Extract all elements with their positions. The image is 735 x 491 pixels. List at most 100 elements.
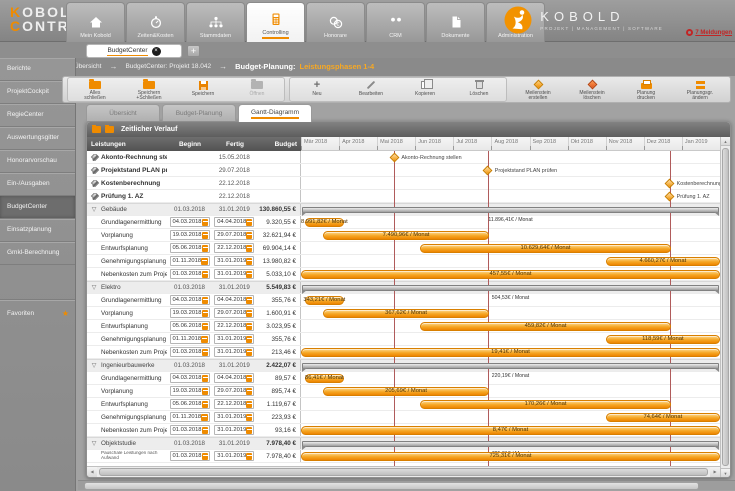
gantt-milestone-icon[interactable] [665, 191, 675, 201]
calendar-icon[interactable] [202, 271, 208, 278]
calendar-icon[interactable] [201, 414, 207, 421]
fertig-date-input[interactable]: 29.07.2018 [214, 386, 254, 396]
table-row[interactable]: Vorplanung19.03.201829.07.2018895,74 €20… [87, 385, 720, 398]
folder-icon[interactable] [92, 126, 101, 133]
calendar-icon[interactable] [246, 297, 252, 304]
table-row[interactable]: Grundlagenermittlung04.03.201804.04.2018… [87, 216, 720, 229]
fertig-date-input[interactable]: 31.01.2019 [214, 269, 254, 279]
gantt-milestone-icon[interactable] [389, 152, 399, 162]
nav-honorare[interactable]: €Honorare [306, 2, 365, 42]
close-tab-icon[interactable]: × [152, 47, 161, 56]
calendar-icon[interactable] [246, 323, 252, 330]
beginn-date-input[interactable]: 01.03.2018 [170, 451, 210, 461]
tab-budget-planung[interactable]: Budget-Planung [162, 104, 236, 121]
table-row[interactable]: Grundlagenermittlung04.03.201804.04.2018… [87, 294, 720, 307]
fertig-date-input[interactable]: 22.12.2018 [214, 321, 254, 331]
fertig-date-input[interactable]: 31.01.2019 [214, 256, 254, 266]
calendar-icon[interactable] [202, 349, 208, 356]
calendar-icon[interactable] [201, 258, 207, 265]
fertig-date-input[interactable]: 29.07.2018 [214, 308, 254, 318]
calendar-icon[interactable] [202, 219, 208, 226]
gantt-summary-bar[interactable]: 504,53€ / Monat [302, 285, 719, 291]
sidebar-item-einsatzplanung[interactable]: Einsatzplanung [0, 219, 75, 242]
calendar-icon[interactable] [246, 414, 252, 421]
alles-schließen-button[interactable]: Alles schließen [68, 78, 122, 102]
gantt-task-bar[interactable]: 8.991,82€ / Monat [305, 218, 344, 227]
table-row[interactable]: Entwurfsplanung05.06.201822.12.20183.023… [87, 320, 720, 333]
planung-drucken-button[interactable]: Planung drucken [619, 78, 673, 102]
fertig-date-input[interactable]: 04.04.2018 [214, 217, 254, 227]
gantt-task-bar[interactable]: 74,64€ / Monat [606, 413, 720, 422]
calendar-icon[interactable] [202, 232, 208, 239]
window-scroll-thumb[interactable] [84, 482, 699, 490]
calendar-icon[interactable] [246, 245, 252, 252]
calendar-icon[interactable] [202, 245, 208, 252]
neu-button[interactable]: +Neu [290, 78, 344, 102]
table-row[interactable]: Nebenkosten zum Projekt01.03.201831.01.2… [87, 268, 720, 281]
beginn-date-input[interactable]: 05.06.2018 [170, 321, 210, 331]
calendar-icon[interactable] [202, 375, 208, 382]
table-row[interactable]: Genehmigungsplanung01.11.201831.01.20192… [87, 411, 720, 424]
fertig-date-input[interactable]: 31.01.2019 [214, 425, 254, 435]
beginn-date-input[interactable]: 01.11.2018 [170, 334, 210, 344]
nav-crm[interactable]: CRM [366, 2, 425, 42]
beginn-date-input[interactable]: 01.03.2018 [170, 425, 210, 435]
beginn-date-input[interactable]: 05.06.2018 [170, 399, 210, 409]
sidebar-item-budgetcenter[interactable]: BudgetCenter [0, 196, 75, 219]
vertical-scroll-thumb[interactable] [722, 148, 729, 466]
table-row[interactable]: ▽Gebäude01.03.201831.01.2019130.860,55 €… [87, 203, 720, 216]
sidebar-item-regiecenter[interactable]: RegieCenter [0, 104, 75, 127]
meilenstein-erstellen-button[interactable]: Meilenstein erstellen [511, 78, 565, 102]
sidebar-item-ein-ausgaben[interactable]: Ein-/Ausgaben [0, 173, 75, 196]
table-row[interactable]: ▽Elektro01.03.201831.01.20195.549,83 €50… [87, 281, 720, 294]
table-row[interactable]: Vorplanung19.03.201829.07.20181.600,91 €… [87, 307, 720, 320]
table-row[interactable]: Nebenkosten zum Projekt01.03.201831.01.2… [87, 424, 720, 437]
calendar-icon[interactable] [202, 427, 208, 434]
gantt-task-bar[interactable]: 343,21€ / Monat [305, 296, 344, 305]
gantt-task-bar[interactable]: 118,59€ / Monat [606, 335, 720, 344]
planungsgr-ändern-button[interactable]: Planungsgr. ändern [673, 78, 727, 102]
scroll-up-icon[interactable]: ▲ [721, 137, 730, 146]
table-row[interactable]: Genehmigungsplanung01.11.201831.01.20193… [87, 333, 720, 346]
expand-filter-icon[interactable]: ▽ [90, 206, 98, 213]
table-row[interactable]: ▽Ingenieurbauwerke01.03.201831.01.20192.… [87, 359, 720, 372]
table-row[interactable]: Nebenkosten zum Projekt01.03.201831.01.2… [87, 346, 720, 359]
beginn-date-input[interactable]: 04.03.2018 [170, 295, 210, 305]
calendar-icon[interactable] [202, 297, 208, 304]
expand-filter-icon[interactable]: ▽ [90, 440, 98, 447]
new-tab-button[interactable]: + [187, 45, 200, 57]
beginn-date-input[interactable]: 19.03.2018 [170, 308, 210, 318]
fertig-date-input[interactable]: 04.04.2018 [214, 295, 254, 305]
calendar-icon[interactable] [202, 323, 208, 330]
gantt-task-bar[interactable]: 205,69€ / Monat [323, 387, 489, 396]
calendar-icon[interactable] [246, 219, 252, 226]
beginn-date-input[interactable]: 04.03.2018 [170, 217, 210, 227]
gantt-task-bar[interactable]: 367,62€ / Monat [323, 309, 489, 318]
calendar-icon[interactable] [202, 388, 208, 395]
fertig-date-input[interactable]: 22.12.2018 [214, 399, 254, 409]
calendar-icon[interactable] [246, 427, 252, 434]
calendar-icon[interactable] [246, 336, 252, 343]
meldungen-link[interactable]: 7 Meldungen [695, 30, 732, 36]
gantt-task-bar[interactable]: 7.490,96€ / Monat [323, 231, 489, 240]
calendar-icon[interactable] [202, 453, 208, 460]
expand-filter-icon[interactable]: ▽ [90, 284, 98, 291]
gantt-task-bar[interactable]: 10.629,64€ / Monat [420, 244, 671, 253]
table-row[interactable]: Projektstand PLAN prüfen29.07.2018Projek… [87, 164, 720, 177]
beginn-date-input[interactable]: 19.03.2018 [170, 230, 210, 240]
horizontal-scrollbar[interactable]: ◀ ▶ [87, 466, 720, 477]
table-row[interactable]: Vorplanung19.03.201829.07.201832.621,94 … [87, 229, 720, 242]
gantt-task-bar[interactable]: 457,55€ / Monat [301, 270, 720, 279]
tab-gantt-diagramm[interactable]: Gantt-Diagramm [238, 104, 312, 122]
calendar-icon[interactable] [246, 375, 252, 382]
table-row[interactable]: Entwurfsplanung05.06.201822.12.201869.90… [87, 242, 720, 255]
kopieren-button[interactable]: Kopieren [398, 78, 452, 102]
calendar-icon[interactable] [246, 258, 252, 265]
gantt-milestone-icon[interactable] [665, 178, 675, 188]
nav-mein-kobold[interactable]: Mein Kobold [66, 2, 125, 42]
calendar-icon[interactable] [246, 453, 252, 460]
table-row[interactable]: Prüfung 1. AZ22.12.2018Prüfung 1. AZ [87, 190, 720, 203]
scroll-left-icon[interactable]: ◀ [87, 467, 97, 477]
löschen-button[interactable]: Löschen [452, 78, 506, 102]
folder-icon[interactable] [105, 126, 114, 133]
